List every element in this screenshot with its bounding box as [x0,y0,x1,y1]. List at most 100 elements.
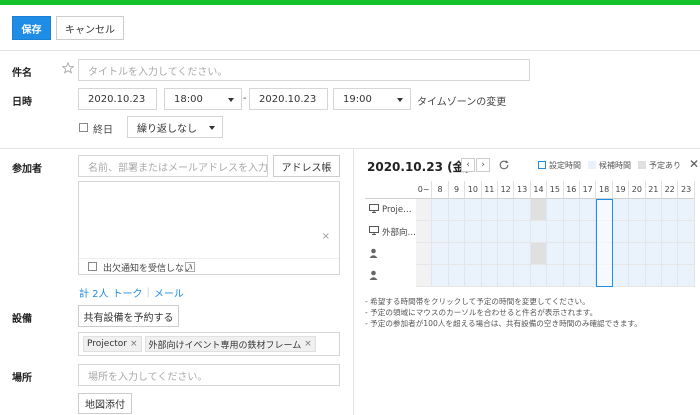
time-slot[interactable] [530,199,548,221]
time-slot[interactable] [481,243,498,265]
time-slot[interactable] [662,243,679,265]
help-icon[interactable]: ? [185,262,195,272]
time-slot[interactable] [465,199,482,221]
time-slot[interactable] [662,199,679,221]
repeat-select[interactable]: 繰り返しなし [127,116,223,138]
time-slot[interactable] [432,221,449,243]
time-slot[interactable] [662,221,679,243]
save-button[interactable]: 保存 [12,16,51,40]
time-slot[interactable] [547,221,564,243]
time-slot[interactable] [612,265,630,287]
refresh-icon[interactable] [498,159,510,171]
time-slot[interactable] [498,265,515,287]
time-slot[interactable] [498,221,515,243]
time-slot[interactable] [645,243,662,265]
time-slot[interactable] [547,243,564,265]
all-day-checkbox[interactable] [79,123,88,132]
time-slot[interactable] [678,199,695,221]
time-slot[interactable] [580,265,597,287]
close-icon[interactable]: × [304,339,312,349]
time-slot[interactable] [678,243,695,265]
reserve-equipment-button[interactable]: 共有設備を予約する [78,305,179,327]
time-slot[interactable] [514,199,531,221]
prev-day-button[interactable]: ‹ [461,158,475,172]
schedule-row-name: Proje… [382,205,412,215]
time-slot[interactable] [416,265,433,287]
time-slot[interactable] [563,221,580,243]
time-slot[interactable] [645,199,662,221]
time-slot[interactable] [678,221,695,243]
time-slot[interactable] [563,265,580,287]
time-slot[interactable] [662,265,679,287]
time-slot[interactable] [514,243,531,265]
clear-participants-icon[interactable]: × [322,231,330,242]
time-slot[interactable] [612,243,630,265]
time-slot[interactable] [629,199,646,221]
address-book-button[interactable]: アドレス帳 [273,155,340,177]
time-slot[interactable] [612,221,630,243]
cancel-button[interactable]: キャンセル [56,16,124,40]
time-slot[interactable] [448,265,466,287]
equipment-tag-box: Projector × 外部向けイベント専用の鉄材フレーム × [78,332,340,356]
subject-input[interactable]: タイトルを入力してください。 [78,59,530,81]
time-slot[interactable] [645,221,662,243]
time-slot[interactable] [629,243,646,265]
time-slot[interactable] [514,221,531,243]
time-slot[interactable] [498,199,515,221]
talk-link[interactable]: トーク [113,285,143,300]
time-slot[interactable] [416,221,433,243]
time-slot[interactable] [629,265,646,287]
time-slot[interactable] [563,243,580,265]
time-slot[interactable] [448,221,466,243]
attach-map-button[interactable]: 地図添付 [78,393,132,414]
time-slot[interactable] [645,265,662,287]
time-slot[interactable] [498,243,515,265]
timezone-change-link[interactable]: タイムゾーンの変更 [417,93,506,108]
legend-selected-label: 設定時間 [549,161,581,170]
time-slot[interactable] [416,243,433,265]
participant-list-box[interactable]: × 出欠通知を受信しない ? [78,181,340,275]
time-slot[interactable] [629,221,646,243]
mail-link[interactable]: メール [154,285,184,300]
no-reply-checkbox[interactable] [88,262,97,271]
time-slot[interactable] [416,199,433,221]
start-time-select[interactable]: 18:00 [164,88,242,110]
schedule-grid[interactable]: 0~ 8 9 10 11 12 13 14 15 16 17 18 19 20 21 22 23 Proje… 外部… [365,181,700,287]
star-icon[interactable] [62,62,74,74]
time-slot[interactable] [448,199,466,221]
time-slot[interactable] [530,221,548,243]
time-slot[interactable] [432,243,449,265]
time-slot[interactable] [530,265,548,287]
place-label: 場所 [12,373,32,384]
repeat-value: 繰り返しなし [137,123,197,135]
time-slot[interactable] [530,243,548,265]
time-slot[interactable] [612,199,630,221]
time-slot[interactable] [481,221,498,243]
time-slot[interactable] [481,265,498,287]
time-slot[interactable] [580,199,597,221]
time-slot[interactable] [432,265,449,287]
chevron-down-icon [397,98,403,102]
time-slot[interactable] [465,243,482,265]
place-input[interactable]: 場所を入力してください。 [78,364,340,386]
time-slot[interactable] [465,221,482,243]
time-slot[interactable] [563,199,580,221]
time-slot[interactable] [432,199,449,221]
end-date-input[interactable]: 2020.10.23 [249,88,328,110]
time-slot[interactable] [448,243,466,265]
participant-search-input[interactable]: 名前、部署またはメールアドレスを入力… [78,155,268,177]
close-icon[interactable]: × [130,339,138,349]
start-date-input[interactable]: 2020.10.23 [78,88,157,110]
time-slot[interactable] [514,265,531,287]
time-slot[interactable] [465,265,482,287]
time-slot[interactable] [481,199,498,221]
time-slot[interactable] [547,199,564,221]
time-slot[interactable] [580,221,597,243]
time-slot[interactable] [547,265,564,287]
time-slot[interactable] [678,265,695,287]
selected-time-range[interactable] [596,199,613,287]
next-day-button[interactable]: › [476,158,490,172]
time-slot[interactable] [580,243,597,265]
close-icon[interactable]: ✕ [689,157,699,171]
end-time-select[interactable]: 19:00 [333,88,411,110]
